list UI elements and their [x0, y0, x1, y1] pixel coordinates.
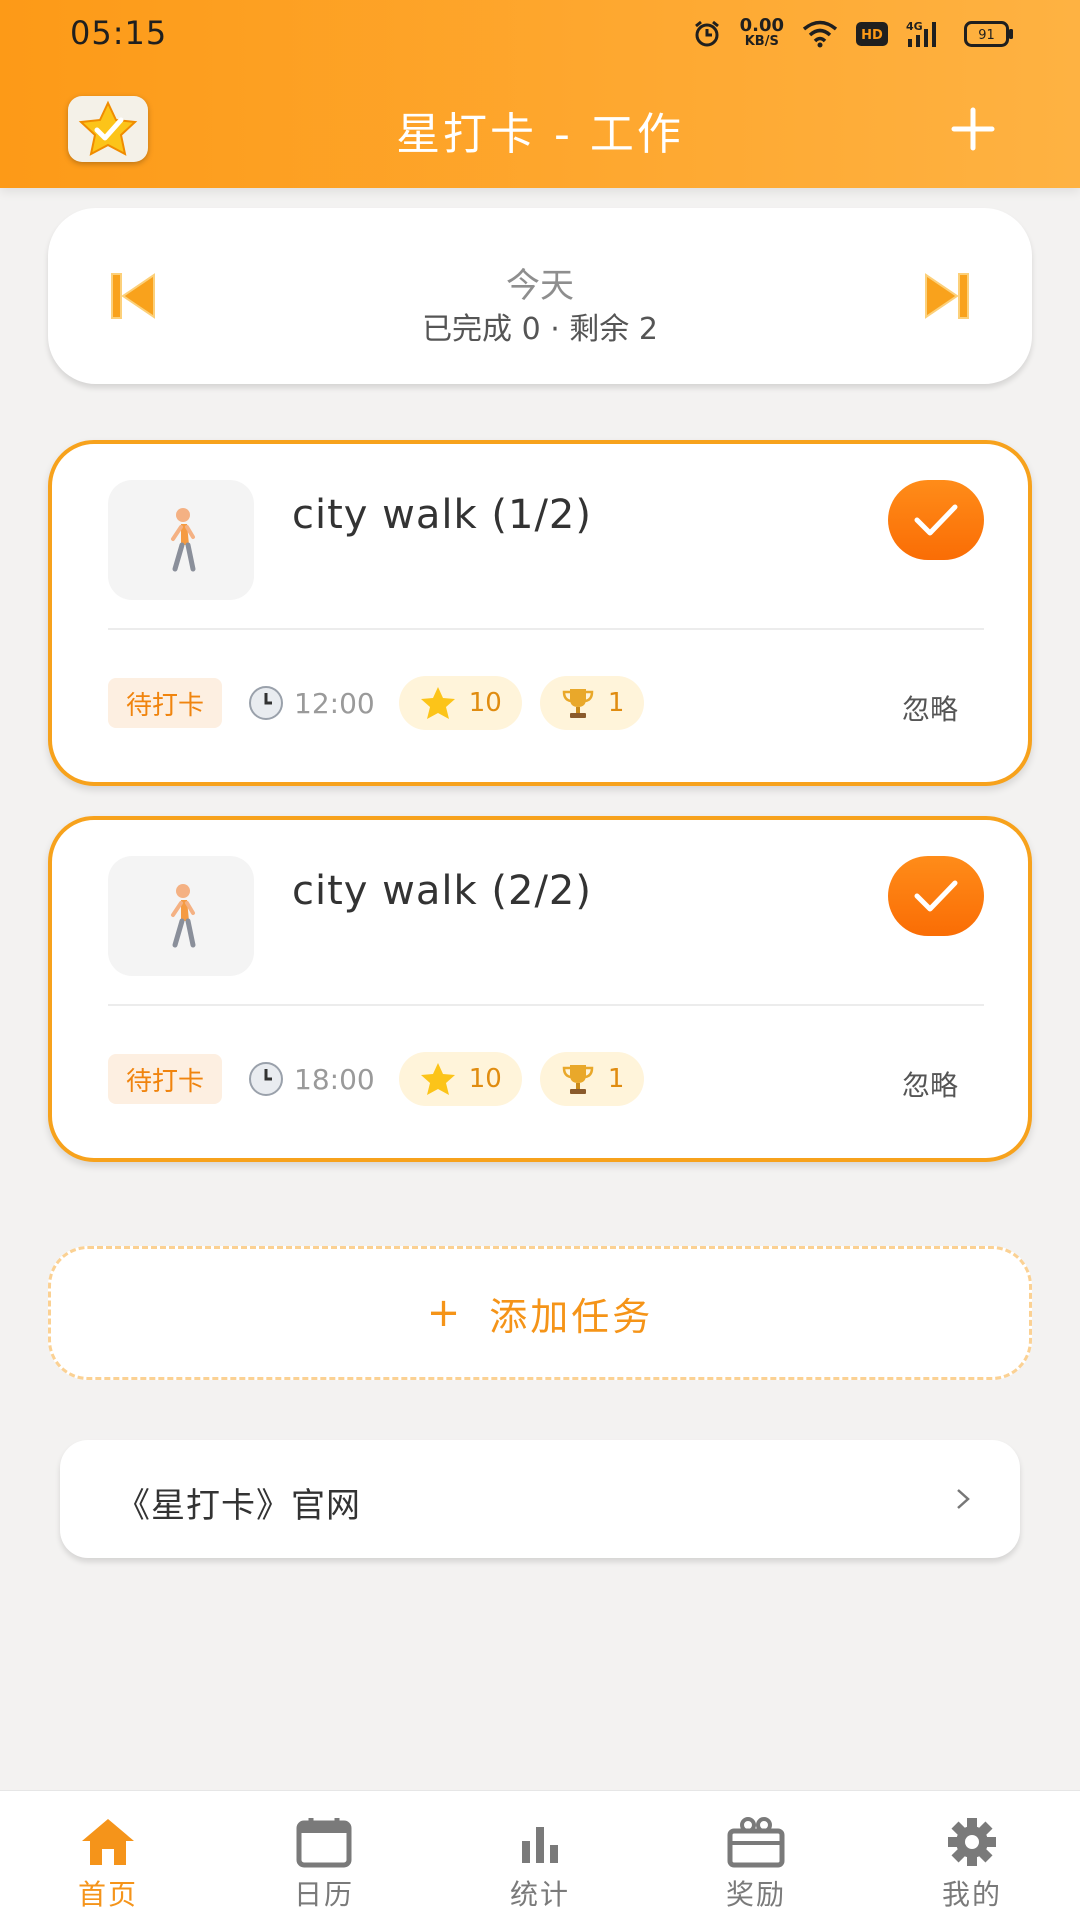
task-meta: 待打卡 18:00 10 1 — [108, 1052, 645, 1106]
gift-box-icon — [727, 1817, 785, 1868]
status-bar: 05:15 0.00 KB/S HD 4G 91 — [0, 0, 1080, 70]
task-card[interactable]: city walk (2/2) 待打卡 18:00 10 1 忽略 — [48, 816, 1032, 1162]
network-type: 4G — [906, 20, 923, 33]
clock-icon — [249, 686, 284, 720]
star-icon — [420, 687, 455, 719]
page-title: 星打卡 - 工作 — [396, 109, 684, 160]
battery-icon: 91 — [964, 21, 1013, 47]
add-task-plus: + — [426, 1290, 464, 1336]
trophy-reward-pill: 1 — [539, 1052, 645, 1106]
bar-chart-icon — [522, 1827, 558, 1863]
skip-next-icon[interactable] — [922, 270, 972, 322]
alarm-icon — [694, 20, 719, 47]
app-header: 05:15 0.00 KB/S HD 4G 91 星打卡 - 工作 — [0, 0, 1080, 188]
task-time: 12:00 — [248, 685, 375, 721]
task-meta: 待打卡 12:00 10 1 — [108, 676, 645, 730]
add-task-label: 添加任务 — [489, 1294, 654, 1339]
status-badge: 待打卡 — [108, 1054, 223, 1104]
status-badge: 待打卡 — [108, 678, 223, 728]
checkmark-icon — [914, 880, 958, 912]
trophy-reward-pill: 1 — [539, 676, 645, 730]
official-website-link[interactable]: 《星打卡》官网 — [60, 1440, 1020, 1558]
trophy-icon — [562, 689, 594, 718]
net-speed: 0.00 KB/S — [739, 15, 784, 50]
nav-label: 我的 — [941, 1878, 1002, 1911]
person-walking-icon — [171, 508, 196, 572]
wifi-icon — [802, 20, 838, 48]
nav-item-calendar[interactable]: 日历 — [216, 1791, 432, 1920]
ignore-button[interactable]: 忽略 — [902, 1064, 958, 1104]
task-time-value: 18:00 — [294, 1062, 375, 1096]
check-in-button[interactable] — [888, 856, 984, 936]
website-link-label: 《星打卡》官网 — [116, 1486, 361, 1526]
trophy-count: 1 — [607, 1064, 625, 1094]
star-count: 10 — [468, 688, 502, 718]
date-summary: 已完成 0 · 剩余 2 — [422, 312, 658, 347]
nav-item-home[interactable]: 首页 — [0, 1791, 216, 1920]
star-reward-pill: 10 — [398, 1052, 522, 1106]
ignore-button[interactable]: 忽略 — [902, 688, 958, 728]
signal-icon: 4G — [906, 20, 936, 47]
trophy-count: 1 — [607, 688, 625, 718]
task-title: city walk (1/2) — [292, 492, 592, 538]
star-icon — [420, 1063, 455, 1095]
trophy-icon — [562, 1065, 594, 1094]
task-icon-box — [108, 856, 254, 976]
date-label: 今天 — [506, 266, 574, 306]
task-icon-box — [108, 480, 254, 600]
nav-label: 首页 — [77, 1878, 138, 1911]
nav-label: 日历 — [293, 1878, 354, 1911]
hd-icon: HD — [856, 22, 888, 46]
status-icons: 0.00 KB/S HD 4G 91 — [692, 16, 1014, 52]
add-task-button[interactable]: + 添加任务 — [48, 1246, 1032, 1380]
gear-icon — [948, 1818, 996, 1866]
star-count: 10 — [468, 1064, 502, 1094]
net-speed-value: 0.00 — [739, 15, 784, 36]
check-in-button[interactable] — [888, 480, 984, 560]
nav-item-profile[interactable]: 我的 — [864, 1791, 1080, 1920]
date-navigator: 今天 已完成 0 · 剩余 2 — [48, 208, 1032, 384]
nav-label: 统计 — [509, 1878, 570, 1911]
battery-level: 91 — [978, 28, 995, 43]
task-divider — [108, 1004, 984, 1006]
nav-label: 奖励 — [725, 1878, 786, 1911]
nav-item-stats[interactable]: 统计 — [432, 1791, 648, 1920]
chevron-right-icon — [957, 1489, 970, 1509]
nav-item-rewards[interactable]: 奖励 — [648, 1791, 864, 1920]
task-divider — [108, 628, 984, 630]
task-card[interactable]: city walk (1/2) 待打卡 12:00 10 1 忽略 — [48, 440, 1032, 786]
hd-text: HD — [861, 28, 883, 43]
net-speed-unit: KB/S — [744, 34, 779, 49]
checkmark-icon — [914, 504, 958, 536]
home-icon — [82, 1819, 134, 1865]
star-reward-pill: 10 — [398, 676, 522, 730]
status-time: 05:15 — [70, 14, 168, 52]
bottom-nav: 首页 日历 统计 奖励 我的 — [0, 1790, 1080, 1920]
calendar-icon — [296, 1818, 352, 1868]
clock-icon — [249, 1062, 284, 1096]
person-walking-icon — [171, 884, 196, 948]
task-time: 18:00 — [248, 1061, 375, 1097]
task-time-value: 12:00 — [294, 686, 375, 720]
task-title: city walk (2/2) — [292, 868, 592, 914]
plus-icon[interactable] — [948, 104, 998, 154]
title-bar: 星打卡 - 工作 — [0, 70, 1080, 188]
screen: 05:15 0.00 KB/S HD 4G 91 星打卡 - 工作 今天 已完成… — [0, 0, 1080, 1920]
